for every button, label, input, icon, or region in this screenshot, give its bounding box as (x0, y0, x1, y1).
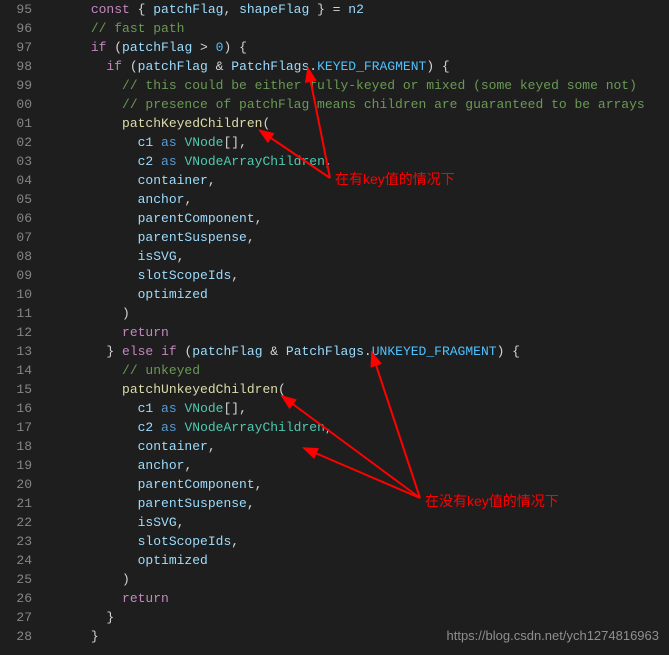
line-number: 97 (0, 38, 32, 57)
watermark: https://blog.csdn.net/ych1274816963 (447, 626, 660, 645)
code-line: if (patchFlag & PatchFlags.KEYED_FRAGMEN… (44, 57, 669, 76)
code-line: parentComponent, (44, 475, 669, 494)
line-number: 24 (0, 551, 32, 570)
line-number: 03 (0, 152, 32, 171)
code-line: // presence of patchFlag means children … (44, 95, 669, 114)
line-number: 21 (0, 494, 32, 513)
line-number: 25 (0, 570, 32, 589)
code-line: patchKeyedChildren( (44, 114, 669, 133)
line-number: 07 (0, 228, 32, 247)
code-line: } else if (patchFlag & PatchFlags.UNKEYE… (44, 342, 669, 361)
code-area: const { patchFlag, shapeFlag } = n2 // f… (44, 0, 669, 646)
code-line: anchor, (44, 190, 669, 209)
line-number: 27 (0, 608, 32, 627)
line-number: 00 (0, 95, 32, 114)
line-number: 99 (0, 76, 32, 95)
code-line: isSVG, (44, 513, 669, 532)
code-line: anchor, (44, 456, 669, 475)
line-number: 06 (0, 209, 32, 228)
line-number: 20 (0, 475, 32, 494)
code-line: parentSuspense, (44, 494, 669, 513)
code-line: // fast path (44, 19, 669, 38)
line-number: 18 (0, 437, 32, 456)
code-line: container, (44, 171, 669, 190)
line-number: 22 (0, 513, 32, 532)
line-number: 02 (0, 133, 32, 152)
line-number: 16 (0, 399, 32, 418)
code-line: c1 as VNode[], (44, 399, 669, 418)
code-line: slotScopeIds, (44, 266, 669, 285)
line-gutter: 9596979899000102030405060708091011121314… (0, 0, 44, 646)
code-line: slotScopeIds, (44, 532, 669, 551)
line-number: 95 (0, 0, 32, 19)
code-line: patchUnkeyedChildren( (44, 380, 669, 399)
code-line: return (44, 323, 669, 342)
line-number: 12 (0, 323, 32, 342)
code-line: const { patchFlag, shapeFlag } = n2 (44, 0, 669, 19)
line-number: 01 (0, 114, 32, 133)
code-line: return (44, 589, 669, 608)
line-number: 14 (0, 361, 32, 380)
code-line: container, (44, 437, 669, 456)
code-line: // unkeyed (44, 361, 669, 380)
code-line: // this could be either fully-keyed or m… (44, 76, 669, 95)
code-line: parentComponent, (44, 209, 669, 228)
line-number: 96 (0, 19, 32, 38)
code-line: if (patchFlag > 0) { (44, 38, 669, 57)
line-number: 08 (0, 247, 32, 266)
line-number: 13 (0, 342, 32, 361)
code-line: isSVG, (44, 247, 669, 266)
line-number: 17 (0, 418, 32, 437)
code-line: optimized (44, 285, 669, 304)
code-line: optimized (44, 551, 669, 570)
line-number: 28 (0, 627, 32, 646)
code-line: c2 as VNodeArrayChildren, (44, 418, 669, 437)
code-line: c1 as VNode[], (44, 133, 669, 152)
line-number: 98 (0, 57, 32, 76)
line-number: 10 (0, 285, 32, 304)
code-editor: 9596979899000102030405060708091011121314… (0, 0, 669, 646)
line-number: 09 (0, 266, 32, 285)
line-number: 11 (0, 304, 32, 323)
code-line: ) (44, 304, 669, 323)
code-line: ) (44, 570, 669, 589)
line-number: 04 (0, 171, 32, 190)
line-number: 15 (0, 380, 32, 399)
line-number: 05 (0, 190, 32, 209)
line-number: 23 (0, 532, 32, 551)
line-number: 26 (0, 589, 32, 608)
code-line: c2 as VNodeArrayChildren, (44, 152, 669, 171)
line-number: 19 (0, 456, 32, 475)
code-line: } (44, 608, 669, 627)
code-line: parentSuspense, (44, 228, 669, 247)
